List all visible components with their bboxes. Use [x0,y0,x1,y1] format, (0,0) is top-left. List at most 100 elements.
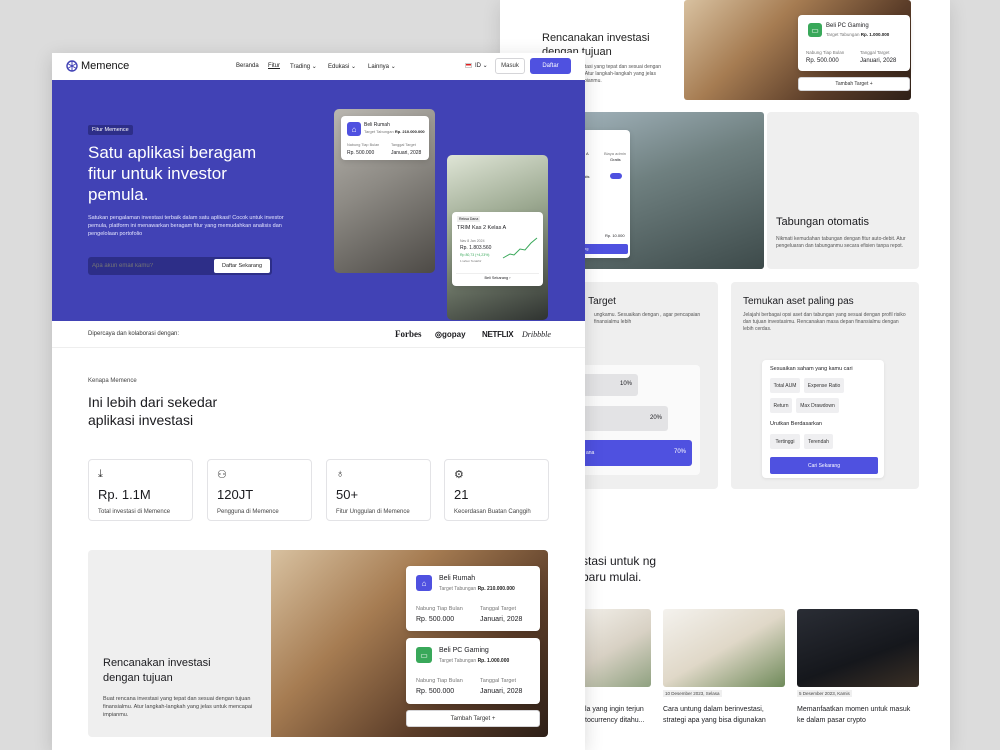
hero-goal-card: ⌂ Beli Rumah Target Tabungan Rp. 210.000… [341,116,429,160]
nav-fitur[interactable]: Fitur [268,63,280,69]
brand-name: Memence [81,60,130,72]
target-bar-3: ana 70% [580,440,692,466]
stat-card-investment: ⤓ Rp. 1.1M Total investasi di Memence [88,459,193,521]
home-icon: ⌂ [416,575,432,591]
auto-cta[interactable]: ng [580,244,628,254]
goal-title: Beli PC Gaming [439,647,489,654]
nav-trading[interactable]: Trading ⌄ [290,63,317,70]
chevron-down-icon: ⌄ [390,64,396,70]
hero-goal-title: Beli Rumah [364,122,390,128]
stat-number: 50+ [336,487,359,502]
filter-chip-drawdown[interactable]: Max Drawdown [796,398,839,413]
stat-label: Fitur Unggulan di Memence [336,509,410,515]
goal-title: Beli PC Gaming [826,23,869,29]
target-bar-2-label: 20% [649,415,662,421]
why-title: Ini lebih dari sekedar aplikasi investas… [88,394,218,428]
chevron-down-icon: ⌄ [482,63,488,69]
trim-date: Nav 8 Jan 2024 [460,239,485,243]
stat-number: 120JT [217,487,254,502]
target-bar-1: 10% [580,374,638,396]
filter-card: Sesuaikan saham yang kamu cari Total AUM… [762,360,884,478]
auto-row-a: A [586,151,589,156]
logo-icon [66,60,78,72]
stat-number: Rp. 1.1M [98,487,151,502]
assets-title: Temukan aset paling pas [743,296,854,307]
users-icon: ⚇ [217,469,227,481]
flag-icon [465,63,472,68]
trim-card: Reksa Dana TRIM Kas 2 Kelas A Nav 8 Jan … [452,212,543,286]
goal-date: Januari, 2028 [480,616,523,623]
back-goal-card: ▭ Beli PC Gaming Target Tabungan Rp. 1.0… [798,15,910,71]
stat-card-features: ♁ 50+ Fitur Unggulan di Memence [326,459,431,521]
article-photo-3[interactable] [797,609,919,687]
nav-lainnya[interactable]: Lainnya ⌄ [368,63,396,70]
trim-tag: Reksa Dana [457,216,481,222]
blog-heading: stasi untuk ng baru mulai. [582,554,657,584]
trim-change: Rp 80,73 (+4,23%) [460,253,490,257]
goal-date-label: Tanggal Target [480,678,516,684]
partner-gopay: ◎gopay [435,330,466,339]
monitor-icon: ▭ [808,23,822,37]
stat-card-users: ⚇ 120JT Pengguna di Memence [207,459,312,521]
article-title-1[interactable]: la yang ingin terjun tocurrency ditahu..… [585,704,651,726]
front-page: Memence Beranda Fitur Trading ⌄ Edukasi … [52,53,585,750]
article-date-2: 10 Desember 2023, Selasa [663,690,722,697]
search-now-button[interactable]: Cari Sekarang [770,457,878,474]
trim-period: 1 tahun Terakhir [460,259,482,263]
goal-target: Target Tabungan Rp. 1.000.000 [826,32,890,37]
plus-icon: + [491,715,496,722]
filter-chip-expense[interactable]: Expense Ratio [804,378,844,393]
goal-monthly: Rp. 500.000 [806,58,839,64]
home-icon: ⌂ [347,122,361,136]
auto-amount: Rp. 10.000 [605,233,625,238]
goal-card-pc: ▭ Beli PC Gaming Target Tabungan Rp. 1.0… [406,638,540,704]
stat-label: Pengguna di Memence [217,509,279,515]
goal-target: Target Tabungan Rp. 210.000.000 [439,586,515,592]
brand-logo[interactable]: Memence [66,60,129,72]
auto-toggle[interactable] [610,173,622,179]
hero-badge: Fitur Memence [88,125,133,135]
article-title-3[interactable]: Memanfaatkan momen untuk masuk ke dalam … [797,704,912,726]
goal-date: Januari, 2028 [860,58,897,64]
target-title: n Target [580,296,616,307]
download-icon: ⤓ [98,468,103,480]
sort-chip-low[interactable]: Terendah [804,434,833,449]
trust-label: Dipercaya dan kolaborasi dengan: [88,331,180,337]
nav-beranda[interactable]: Beranda [236,63,259,69]
partner-netflix: NETFLIX [482,330,514,339]
goal-date-label: Tanggal Target [860,50,890,55]
article-title-2[interactable]: Cara untung dalam berinvestasi, strategi… [663,704,785,726]
goal-title: Beli Rumah [439,575,476,582]
article-photo-1[interactable] [580,609,651,687]
trim-price: Rp. 1.803.560 [460,245,492,251]
nav-edukasi[interactable]: Edukasi ⌄ [328,63,356,70]
lang-selector[interactable]: ID ⌄ [465,62,488,69]
filter-chip-return[interactable]: Return [770,398,792,413]
article-date-3: 5 Desember 2023, Kamis [797,690,852,697]
hero-goal-monthly-label: Nabung Tiap Bulan [347,143,380,147]
sort-title: Urutkan Berdasarkan [770,421,822,427]
target-bar-1-label: 10% [619,381,632,387]
sort-chip-high[interactable]: Tertinggi [770,434,800,449]
login-button[interactable]: Masuk [495,58,525,74]
goal-target: Target Tabungan Rp. 1.000.000 [439,658,510,664]
target-bar-2: 20% [580,406,668,431]
signup-button[interactable]: Daftar [530,58,571,74]
auto-row-c: Gratis [610,157,621,162]
partner-dribbble: Dribbble [522,330,551,339]
hero-goal-date-label: Tanggal Target [391,143,416,147]
stat-label: Total investasi di Memence [98,509,171,515]
monitor-icon: ▭ [416,647,432,663]
goal-monthly-label: Nabung Tiap Bulan [416,678,463,684]
trim-sparkline [502,237,538,259]
back-add-target-button[interactable]: Tambah Target + [798,77,910,91]
stat-label: Kecerdasan Buatan Canggih [454,509,531,515]
filter-chip-aum[interactable]: Total AUM [770,378,800,393]
add-target-button[interactable]: Tambah Target + [406,710,540,727]
trim-buy-button[interactable]: Beli Sekarang › [456,273,539,282]
email-input[interactable] [92,260,207,272]
target-bar-3-name: ana [586,450,595,456]
article-photo-2[interactable] [663,609,785,687]
auto-desc: Nikmati kemudahan tabungan dengan fitur … [776,236,906,249]
register-now-button[interactable]: Daftar Sekarang [214,259,270,273]
